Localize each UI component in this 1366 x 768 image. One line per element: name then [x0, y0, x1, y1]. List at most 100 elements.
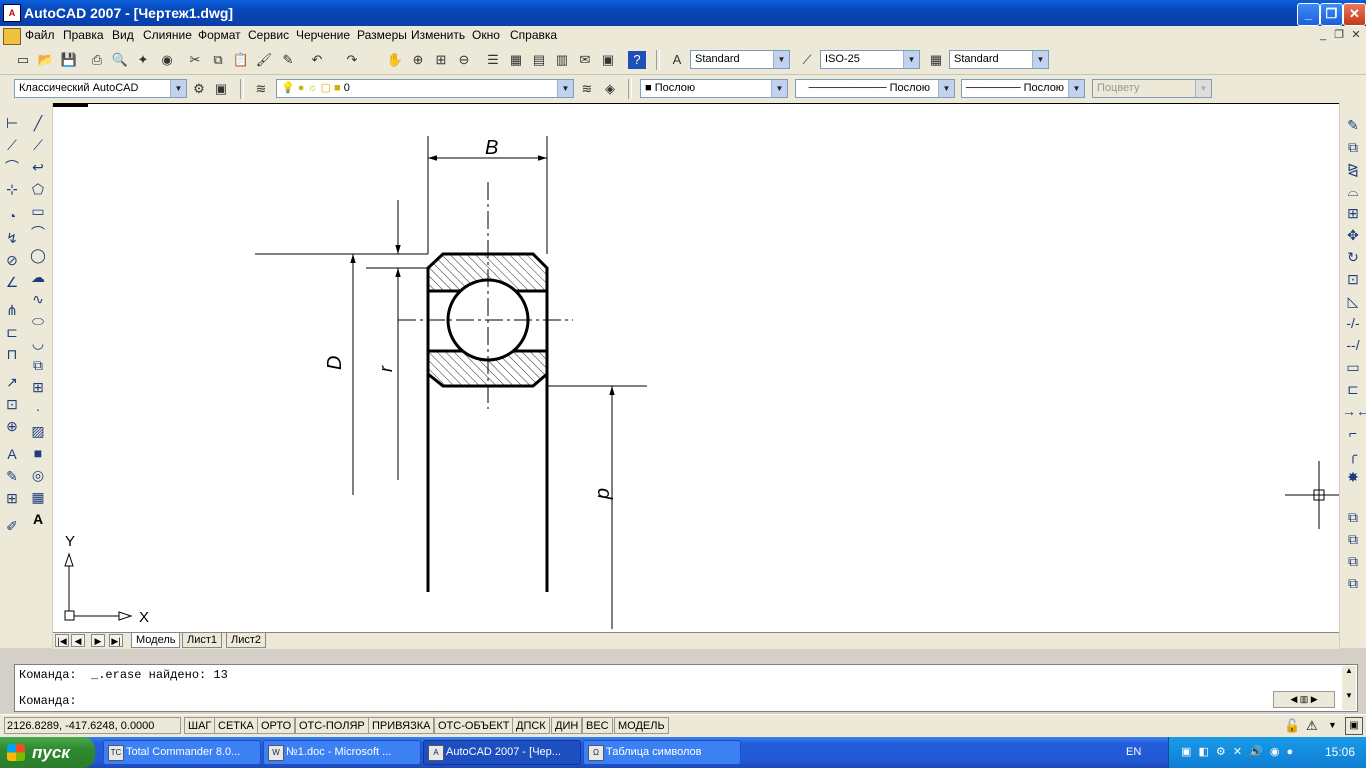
paste-icon[interactable]: 📋 [232, 51, 250, 69]
bring-to-front-icon[interactable]: ⧉ [1342, 529, 1364, 550]
quick-leader-icon[interactable]: ↗ [1, 372, 23, 393]
copy-icon[interactable]: ⧉ [209, 51, 227, 69]
lineweight-toggle[interactable]: ВЕС [582, 717, 613, 734]
ducs-toggle[interactable]: ДПСК [512, 717, 550, 734]
chevron-down-icon[interactable]: ▼ [170, 80, 186, 97]
save-icon[interactable]: 💾 [60, 51, 78, 69]
menu-file[interactable]: Файл [25, 28, 55, 42]
block-editor-icon[interactable]: ✎ [279, 51, 297, 69]
tray-icons[interactable]: ▣ ◧ ⚙ ✕ 🔊 ◉ ● [1181, 745, 1295, 758]
dim-radius-icon[interactable]: ◔ [1, 206, 23, 227]
chevron-down-icon[interactable]: ▼ [771, 80, 787, 97]
doc-restore-button[interactable]: ❐ [1332, 29, 1346, 42]
point-icon[interactable]: · [27, 399, 49, 420]
menu-view[interactable]: Вид [112, 28, 134, 42]
task-total-commander[interactable]: TC Total Commander 8.0... [103, 740, 261, 765]
chamfer-icon[interactable]: ⌐ [1342, 423, 1364, 444]
dim-baseline-icon[interactable]: ⊏ [1, 322, 23, 343]
communication-center-icon[interactable]: ⚠ [1306, 718, 1318, 734]
tolerance-icon[interactable]: ⊡ [1, 394, 23, 415]
dim-edit-icon[interactable]: A [1, 444, 23, 465]
scroll-down-icon[interactable]: ▼ [1342, 691, 1356, 700]
dim-style-icon[interactable]: ✐ [1, 516, 23, 537]
first-tab-button[interactable]: |◀ [55, 634, 69, 647]
dim-diameter-icon[interactable]: ⊘ [1, 250, 23, 271]
line-icon[interactable]: ╱ [27, 113, 49, 134]
help-icon[interactable]: ? [628, 51, 646, 69]
menu-merge[interactable]: Слияние [143, 28, 192, 42]
chevron-down-icon[interactable]: ▼ [1032, 51, 1048, 68]
polar-toggle[interactable]: ОТС-ПОЛЯР [295, 717, 369, 734]
close-button[interactable]: ✕ [1343, 3, 1366, 26]
menu-window[interactable]: Окно [472, 28, 500, 42]
dim-linear-icon[interactable]: ⊢ [1, 113, 23, 134]
extend-icon[interactable]: --/ [1342, 335, 1364, 356]
workspace-save-icon[interactable]: ▣ [212, 80, 230, 98]
ellipse-arc-icon[interactable]: ◡ [27, 333, 49, 354]
multiline-text-icon[interactable]: A [27, 509, 49, 530]
text-style-icon[interactable]: A [668, 51, 686, 69]
menu-format[interactable]: Формат [198, 28, 241, 42]
text-style-select[interactable]: Standard ▼ [690, 50, 790, 69]
chevron-down-icon[interactable]: ▼ [557, 80, 573, 97]
task-autocad[interactable]: A AutoCAD 2007 - [Чер... [423, 740, 581, 765]
zoom-window-icon[interactable]: ⊞ [432, 51, 450, 69]
grid-toggle[interactable]: СЕТКА [214, 717, 258, 734]
zoom-previous-icon[interactable]: ⊖ [455, 51, 473, 69]
dyn-toggle[interactable]: ДИН [551, 717, 583, 734]
center-mark-icon[interactable]: ⊕ [1, 416, 23, 437]
break-at-point-icon[interactable]: ▭ [1342, 357, 1364, 378]
join-icon[interactable]: →← [1342, 401, 1366, 422]
snap-toggle[interactable]: ШАГ [184, 717, 216, 734]
layer-manager-icon[interactable]: ≋ [252, 80, 270, 98]
minimize-button[interactable]: _ [1297, 3, 1320, 26]
quick-dim-icon[interactable]: ⋔ [1, 300, 23, 321]
polyline-icon[interactable]: ↩ [27, 157, 49, 178]
dim-update-icon[interactable]: ⊞ [1, 488, 23, 509]
workspace-select[interactable]: Классический AutoCAD ▼ [14, 79, 187, 98]
lock-icon[interactable]: 🔓 [1284, 718, 1300, 734]
dim-continue-icon[interactable]: ⊓ [1, 344, 23, 365]
table-style-icon[interactable]: ▦ [927, 51, 945, 69]
menu-dimension[interactable]: Размеры [357, 28, 407, 42]
dim-angular-icon[interactable]: ∠ [1, 272, 23, 293]
model-toggle[interactable]: МОДЕЛЬ [614, 717, 669, 734]
dim-arc-icon[interactable]: ⌒ [1, 157, 23, 178]
autocad-app-icon[interactable]: A [3, 4, 21, 22]
color-select[interactable]: ■ Послою ▼ [640, 79, 788, 98]
rotate-icon[interactable]: ↻ [1342, 247, 1364, 268]
dim-ordinate-icon[interactable]: ⊹ [1, 179, 23, 200]
insert-block-icon[interactable]: ⧉ [27, 355, 49, 376]
tool-palettes-icon[interactable]: ▤ [530, 51, 548, 69]
dim-style-icon[interactable]: ⟋ [798, 51, 816, 69]
chevron-down-icon[interactable]: ▼ [773, 51, 789, 68]
match-properties-icon[interactable]: 🖌 [255, 51, 273, 69]
menu-help[interactable]: Справка [510, 28, 557, 42]
bring-above-icon[interactable]: ⧉ [1342, 573, 1364, 594]
command-scrollbar[interactable]: ▲ ▼ [1342, 666, 1356, 710]
dim-style-select[interactable]: ISO-25 ▼ [820, 50, 920, 69]
doc-close-button[interactable]: ✕ [1349, 29, 1363, 42]
properties-icon[interactable]: ☰ [484, 51, 502, 69]
linetype-select[interactable]: ────────── Послою ▼ [795, 79, 955, 98]
erase-icon[interactable]: ✎ [1342, 115, 1364, 136]
undo-icon[interactable]: ↶ [308, 51, 326, 69]
circle-icon[interactable]: ◯ [27, 245, 49, 266]
chevron-down-icon[interactable]: ▼ [903, 51, 919, 68]
explode-icon[interactable]: ✸ [1342, 467, 1364, 488]
tab-layout1[interactable]: Лист1 [182, 633, 223, 648]
construction-line-icon[interactable]: ⟋ [27, 135, 49, 156]
make-current-layer-icon[interactable]: ≋ [578, 80, 596, 98]
maximize-button[interactable]: ❐ [1320, 3, 1343, 26]
open-icon[interactable]: 📂 [37, 51, 55, 69]
lineweight-select[interactable]: ─────── Послою ▼ [961, 79, 1085, 98]
hatch-icon[interactable]: ▨ [27, 421, 49, 442]
region-icon[interactable]: ◎ [27, 465, 49, 486]
publish-icon[interactable]: ✦ [134, 51, 152, 69]
menu-tools[interactable]: Сервис [248, 28, 289, 42]
prev-tab-button[interactable]: ◀ [71, 634, 85, 647]
command-hscroll[interactable]: ◀ ▥ ▶ [1273, 691, 1335, 708]
start-button[interactable]: пуск [0, 737, 95, 768]
markup-icon[interactable]: ✉ [576, 51, 594, 69]
calculator-icon[interactable]: ▣ [599, 51, 617, 69]
